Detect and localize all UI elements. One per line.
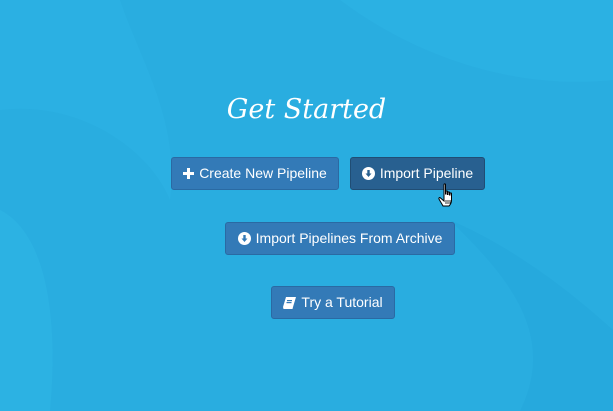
import-pipeline-label: Import Pipeline: [379, 165, 474, 181]
import-pipelines-from-archive-button[interactable]: Import Pipelines From Archive: [225, 222, 455, 255]
import-pipelines-from-archive-label: Import Pipelines From Archive: [255, 230, 443, 246]
try-a-tutorial-label: Try a Tutorial: [301, 294, 383, 310]
import-pipeline-button[interactable]: Import Pipeline: [350, 157, 485, 190]
hand-pointer-cursor-icon: [438, 183, 452, 207]
background-decoration: [0, 0, 613, 411]
create-new-pipeline-label: Create New Pipeline: [199, 165, 327, 181]
download-circle-icon: [361, 167, 375, 180]
book-icon: [283, 296, 297, 309]
plus-icon: [183, 168, 195, 179]
create-new-pipeline-button[interactable]: Create New Pipeline: [171, 157, 339, 190]
page-title: Get Started: [226, 94, 387, 125]
download-circle-icon: [237, 232, 251, 245]
try-a-tutorial-button[interactable]: Try a Tutorial: [271, 286, 395, 319]
